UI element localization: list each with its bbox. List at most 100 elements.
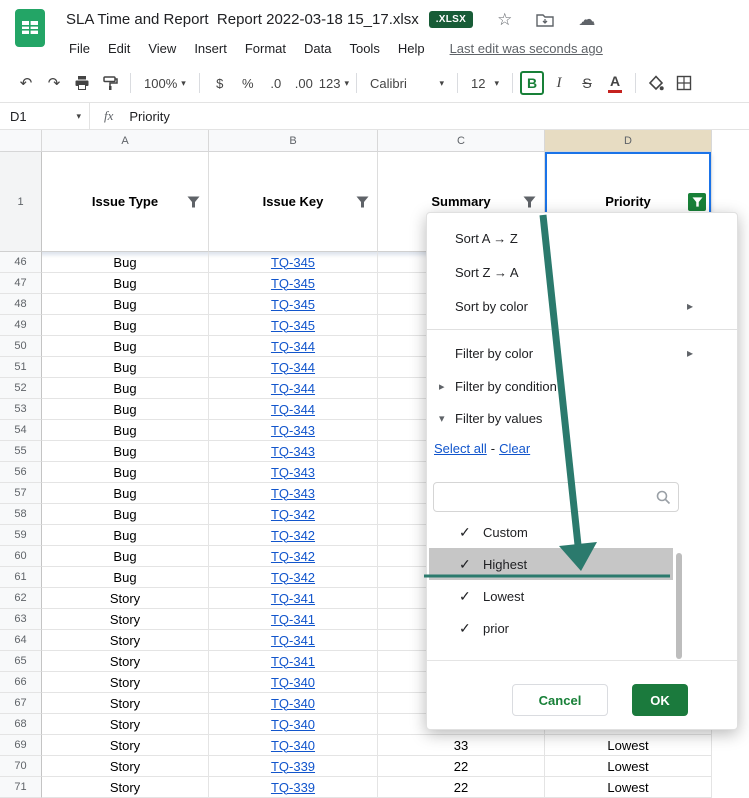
issue-key-link[interactable]: TQ-343 <box>271 486 315 501</box>
filter-value-option[interactable]: ✓ prior <box>429 612 673 644</box>
cell-summary[interactable]: 33 <box>378 735 545 756</box>
cell-issue-type[interactable]: Story <box>42 693 209 714</box>
row-number[interactable]: 63 <box>0 609 42 630</box>
row-number[interactable]: 70 <box>0 756 42 777</box>
row-number[interactable]: 69 <box>0 735 42 756</box>
menu-view[interactable]: View <box>139 39 185 58</box>
row-number[interactable]: 53 <box>0 399 42 420</box>
cell-issue-type[interactable]: Story <box>42 630 209 651</box>
issue-key-link[interactable]: TQ-345 <box>271 255 315 270</box>
issue-key-link[interactable]: TQ-344 <box>271 402 315 417</box>
decrease-decimal-button[interactable]: .0 <box>263 70 289 96</box>
cell-issue-type[interactable]: Story <box>42 609 209 630</box>
cell-issue-key[interactable]: TQ-344 <box>209 378 378 399</box>
menu-help[interactable]: Help <box>389 39 434 58</box>
row-number[interactable]: 55 <box>0 441 42 462</box>
issue-key-link[interactable]: TQ-343 <box>271 444 315 459</box>
cell-issue-key[interactable]: TQ-342 <box>209 567 378 588</box>
filter-value-option[interactable]: ✓ Lowest <box>429 580 673 612</box>
zoom-select[interactable]: 100% ▾ <box>138 70 192 96</box>
row-number[interactable]: 51 <box>0 357 42 378</box>
cell-issue-type[interactable]: Bug <box>42 378 209 399</box>
cell-issue-type[interactable]: Bug <box>42 504 209 525</box>
row-number[interactable]: 52 <box>0 378 42 399</box>
star-icon[interactable]: ☆ <box>497 11 512 28</box>
cell-priority[interactable]: Lowest <box>545 735 712 756</box>
cell-priority[interactable]: Lowest <box>545 777 712 798</box>
active-filter-funnel-icon[interactable] <box>688 193 706 211</box>
column-header-b[interactable]: B <box>209 130 378 152</box>
issue-key-link[interactable]: TQ-344 <box>271 339 315 354</box>
move-folder-icon[interactable] <box>536 13 554 27</box>
filter-funnel-icon[interactable] <box>187 196 200 208</box>
cancel-button[interactable]: Cancel <box>512 684 608 716</box>
cell-a1[interactable]: Issue Type <box>42 152 209 252</box>
cell-issue-type[interactable]: Bug <box>42 252 209 273</box>
cell-issue-key[interactable]: TQ-345 <box>209 294 378 315</box>
cell-summary[interactable]: 22 <box>378 756 545 777</box>
issue-key-link[interactable]: TQ-345 <box>271 318 315 333</box>
issue-key-link[interactable]: TQ-343 <box>271 465 315 480</box>
document-title[interactable]: SLA Time and Report Report 2022-03-18 15… <box>66 11 419 28</box>
redo-button[interactable]: ↷ <box>41 70 67 96</box>
cell-issue-key[interactable]: TQ-342 <box>209 546 378 567</box>
cell-issue-type[interactable]: Bug <box>42 483 209 504</box>
row-number[interactable]: 61 <box>0 567 42 588</box>
cell-issue-key[interactable]: TQ-345 <box>209 252 378 273</box>
issue-key-link[interactable]: TQ-340 <box>271 738 315 753</box>
menu-file[interactable]: File <box>60 39 99 58</box>
cell-issue-key[interactable]: TQ-344 <box>209 336 378 357</box>
cell-issue-key[interactable]: TQ-341 <box>209 651 378 672</box>
cell-issue-key[interactable]: TQ-340 <box>209 735 378 756</box>
cell-issue-key[interactable]: TQ-341 <box>209 609 378 630</box>
strikethrough-button[interactable]: S <box>574 70 600 96</box>
menu-tools[interactable]: Tools <box>340 39 388 58</box>
cloud-status-icon[interactable]: ☁ <box>578 11 595 28</box>
text-color-button[interactable]: A <box>602 70 628 96</box>
fill-color-button[interactable] <box>643 70 669 96</box>
row-number[interactable]: 64 <box>0 630 42 651</box>
row-number[interactable]: 48 <box>0 294 42 315</box>
cell-issue-type[interactable]: Bug <box>42 441 209 462</box>
issue-key-link[interactable]: TQ-341 <box>271 654 315 669</box>
issue-key-link[interactable]: TQ-342 <box>271 549 315 564</box>
cell-issue-type[interactable]: Bug <box>42 294 209 315</box>
cell-issue-type[interactable]: Story <box>42 735 209 756</box>
cell-issue-type[interactable]: Bug <box>42 462 209 483</box>
cell-issue-key[interactable]: TQ-343 <box>209 462 378 483</box>
cell-b1[interactable]: Issue Key <box>209 152 378 252</box>
cell-issue-key[interactable]: TQ-345 <box>209 315 378 336</box>
cell-issue-key[interactable]: TQ-340 <box>209 714 378 735</box>
filter-funnel-icon[interactable] <box>523 196 536 208</box>
menu-format[interactable]: Format <box>236 39 295 58</box>
issue-key-link[interactable]: TQ-341 <box>271 612 315 627</box>
cell-issue-type[interactable]: Bug <box>42 336 209 357</box>
menu-item-sort-z-a[interactable]: Sort Z → A <box>427 255 737 289</box>
issue-key-link[interactable]: TQ-344 <box>271 360 315 375</box>
row-number[interactable]: 56 <box>0 462 42 483</box>
sheets-logo-icon[interactable] <box>13 8 47 53</box>
name-box[interactable]: D1 ▾ <box>0 103 90 129</box>
cell-issue-type[interactable]: Bug <box>42 315 209 336</box>
cell-issue-key[interactable]: TQ-341 <box>209 630 378 651</box>
issue-key-link[interactable]: TQ-343 <box>271 423 315 438</box>
menu-data[interactable]: Data <box>295 39 340 58</box>
cell-issue-type[interactable]: Story <box>42 672 209 693</box>
filter-search-input[interactable] <box>434 483 678 511</box>
cell-issue-type[interactable]: Bug <box>42 546 209 567</box>
cell-issue-key[interactable]: TQ-342 <box>209 504 378 525</box>
cell-issue-key[interactable]: TQ-343 <box>209 483 378 504</box>
cell-issue-key[interactable]: TQ-343 <box>209 441 378 462</box>
cell-issue-type[interactable]: Bug <box>42 420 209 441</box>
issue-key-link[interactable]: TQ-341 <box>271 633 315 648</box>
issue-key-link[interactable]: TQ-339 <box>271 780 315 795</box>
menu-item-filter-by-color[interactable]: Filter by color ▸ <box>427 336 737 370</box>
cell-issue-type[interactable]: Bug <box>42 357 209 378</box>
row-number[interactable]: 71 <box>0 777 42 798</box>
issue-key-link[interactable]: TQ-340 <box>271 696 315 711</box>
row-number[interactable]: 49 <box>0 315 42 336</box>
cell-issue-type[interactable]: Bug <box>42 525 209 546</box>
cell-issue-type[interactable]: Story <box>42 651 209 672</box>
cell-issue-key[interactable]: TQ-339 <box>209 756 378 777</box>
row-number[interactable]: 62 <box>0 588 42 609</box>
